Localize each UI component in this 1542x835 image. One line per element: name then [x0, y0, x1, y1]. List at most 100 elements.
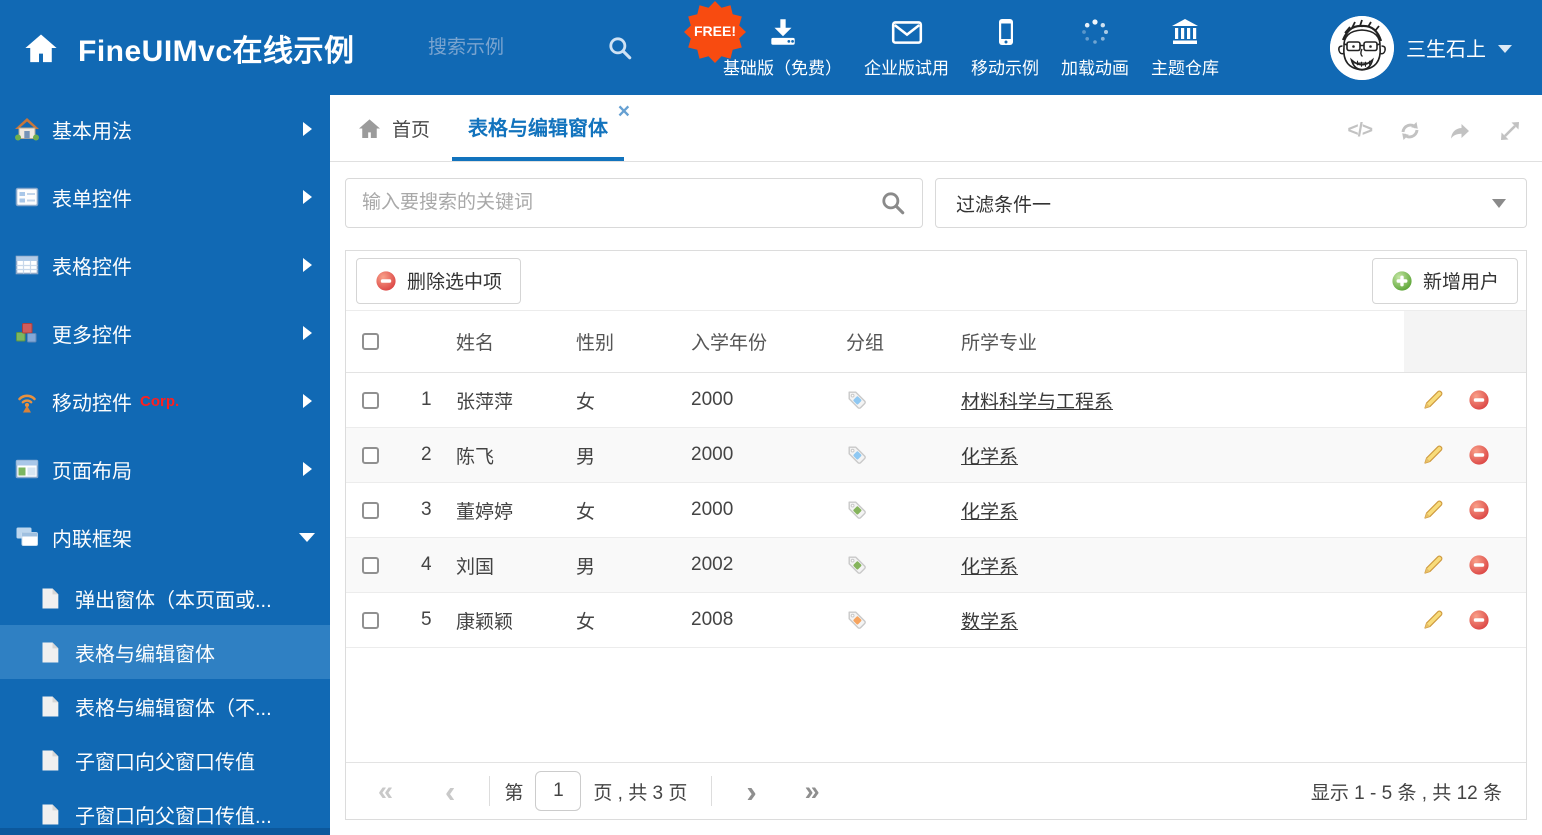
sidebar-item-label: 页面布局 — [52, 460, 132, 483]
cell-name: 董婷婷 — [456, 501, 514, 523]
header-search[interactable] — [428, 0, 633, 95]
edit-button[interactable] — [1422, 389, 1444, 411]
sidebar-item-inline-frame[interactable]: 内联框架 — [0, 503, 330, 571]
row-number: 3 — [421, 499, 432, 520]
search-icon[interactable] — [880, 190, 906, 216]
chevron-down-icon — [1498, 45, 1512, 53]
cubes-icon — [14, 320, 40, 346]
user-name[interactable]: 三生石上 — [1406, 33, 1486, 62]
chevron-right-icon — [303, 190, 312, 204]
sidebar-subitem-grid-edit-window-alt[interactable]: 表格与编辑窗体（不... — [0, 679, 330, 733]
file-icon — [40, 695, 60, 718]
cell-year: 2000 — [691, 444, 734, 465]
minus-circle-icon — [375, 270, 397, 292]
chevron-right-icon — [303, 326, 312, 340]
tab-home[interactable]: 首页 — [358, 95, 430, 161]
frames-icon — [14, 524, 40, 550]
select-all-checkbox[interactable] — [362, 333, 379, 350]
antenna-icon — [14, 388, 40, 414]
keyword-search-box[interactable] — [345, 178, 923, 228]
row-checkbox[interactable] — [362, 611, 379, 629]
file-icon — [40, 749, 60, 772]
sidebar-item-page-layout[interactable]: 页面布局 — [0, 435, 330, 503]
sidebar-item-basic-usage[interactable]: 基本用法 — [0, 95, 330, 163]
major-link[interactable]: 数学系 — [961, 607, 1018, 634]
sidebar-item-grid-controls[interactable]: 表格控件 — [0, 231, 330, 299]
edit-button[interactable] — [1422, 499, 1444, 521]
cell-name: 刘国 — [456, 556, 495, 578]
share-button[interactable] — [1448, 119, 1472, 143]
chevron-right-icon — [303, 462, 312, 476]
major-link[interactable]: 化学系 — [961, 552, 1018, 579]
cell-year: 2000 — [691, 389, 734, 410]
edit-button[interactable] — [1422, 444, 1444, 466]
row-number: 1 — [421, 389, 432, 410]
sidebar-subitem-grid-edit-window[interactable]: 表格与编辑窗体 — [0, 625, 330, 679]
delete-selected-button[interactable]: 删除选中项 — [356, 257, 522, 304]
header-search-input[interactable] — [428, 36, 578, 59]
fullscreen-icon[interactable] — [1498, 119, 1522, 143]
nav-item-mobile-demo[interactable]: 移动示例 — [960, 17, 1050, 79]
form-icon — [14, 184, 40, 210]
edit-button[interactable] — [1422, 554, 1444, 576]
tab-grid-edit-window[interactable]: 表格与编辑窗体 — [452, 95, 624, 161]
keyword-search-input[interactable] — [362, 192, 880, 214]
first-page-button[interactable]: « — [378, 777, 393, 805]
table-header-row: 姓名 性别 入学年份 分组 所学专业 — [346, 311, 1526, 373]
search-icon[interactable] — [607, 35, 633, 61]
sidebar-subitem-popup-window[interactable]: 弹出窗体（本页面或... — [0, 571, 330, 625]
cell-year: 2008 — [691, 609, 734, 630]
close-icon[interactable] — [618, 101, 630, 122]
row-checkbox[interactable] — [362, 556, 379, 574]
brand-home-icon[interactable] — [24, 32, 58, 64]
delete-row-button[interactable] — [1468, 444, 1490, 466]
nav-item-loading-animation[interactable]: 加载动画 — [1050, 17, 1140, 79]
divider — [711, 776, 713, 806]
sidebar-item-form-controls[interactable]: 表单控件 — [0, 163, 330, 231]
nav-item-label: 基础版（免费） — [723, 58, 842, 78]
cell-year: 2002 — [691, 554, 734, 575]
avatar[interactable] — [1330, 15, 1394, 80]
home-icon — [358, 118, 381, 139]
sidebar: 基本用法 表单控件 表格控件 更多控件 移动控件 Corp. 页面布局 内联框架… — [0, 95, 330, 835]
next-page-button[interactable]: › — [746, 776, 756, 807]
add-user-button[interactable]: 新增用户 — [1371, 257, 1518, 304]
major-link[interactable]: 化学系 — [961, 497, 1018, 524]
row-number: 4 — [421, 554, 432, 575]
tag-icon — [846, 554, 868, 576]
cell-name: 康颖颖 — [456, 611, 514, 633]
nav-item-basic-edition[interactable]: 基础版（免费） — [712, 17, 853, 79]
last-page-button[interactable]: » — [805, 777, 820, 805]
sidebar-subitem-label: 弹出窗体（本页面或... — [75, 589, 272, 612]
row-checkbox[interactable] — [362, 501, 379, 519]
sidebar-item-mobile-controls[interactable]: 移动控件 Corp. — [0, 367, 330, 435]
column-header-year: 入学年份 — [691, 333, 768, 354]
filter-dropdown[interactable]: 过滤条件一 — [935, 178, 1527, 228]
grid-toolbar: 删除选中项 新增用户 — [346, 251, 1526, 311]
table-row: 4 刘国 男 2002 化学系 — [346, 538, 1526, 593]
sidebar-item-more-controls[interactable]: 更多控件 — [0, 299, 330, 367]
nav-item-enterprise-trial[interactable]: 企业版试用 — [853, 17, 960, 79]
code-button[interactable]: </> — [1348, 120, 1374, 142]
edit-button[interactable] — [1422, 609, 1444, 631]
delete-row-button[interactable] — [1468, 609, 1490, 631]
delete-row-button[interactable] — [1468, 554, 1490, 576]
delete-row-button[interactable] — [1468, 499, 1490, 521]
major-link[interactable]: 化学系 — [961, 442, 1018, 469]
refresh-button[interactable] — [1398, 119, 1422, 143]
row-number: 5 — [421, 609, 432, 630]
file-icon — [40, 803, 60, 826]
nav-item-theme-repo[interactable]: 主题仓库 — [1140, 17, 1230, 79]
prev-page-button[interactable]: ‹ — [445, 776, 455, 807]
brand[interactable]: FineUIMvc在线示例 — [24, 0, 355, 95]
major-link[interactable]: 材料科学与工程系 — [961, 387, 1113, 414]
row-checkbox[interactable] — [362, 446, 379, 464]
delete-row-button[interactable] — [1468, 389, 1490, 411]
user-menu[interactable]: 三生石上 — [1330, 0, 1512, 95]
row-checkbox[interactable] — [362, 391, 379, 409]
column-header-num — [421, 311, 456, 372]
home-icon — [14, 116, 40, 142]
chevron-down-icon — [299, 532, 315, 542]
sidebar-subitem-child-to-parent[interactable]: 子窗口向父窗口传值 — [0, 733, 330, 787]
page-input[interactable] — [535, 771, 582, 811]
